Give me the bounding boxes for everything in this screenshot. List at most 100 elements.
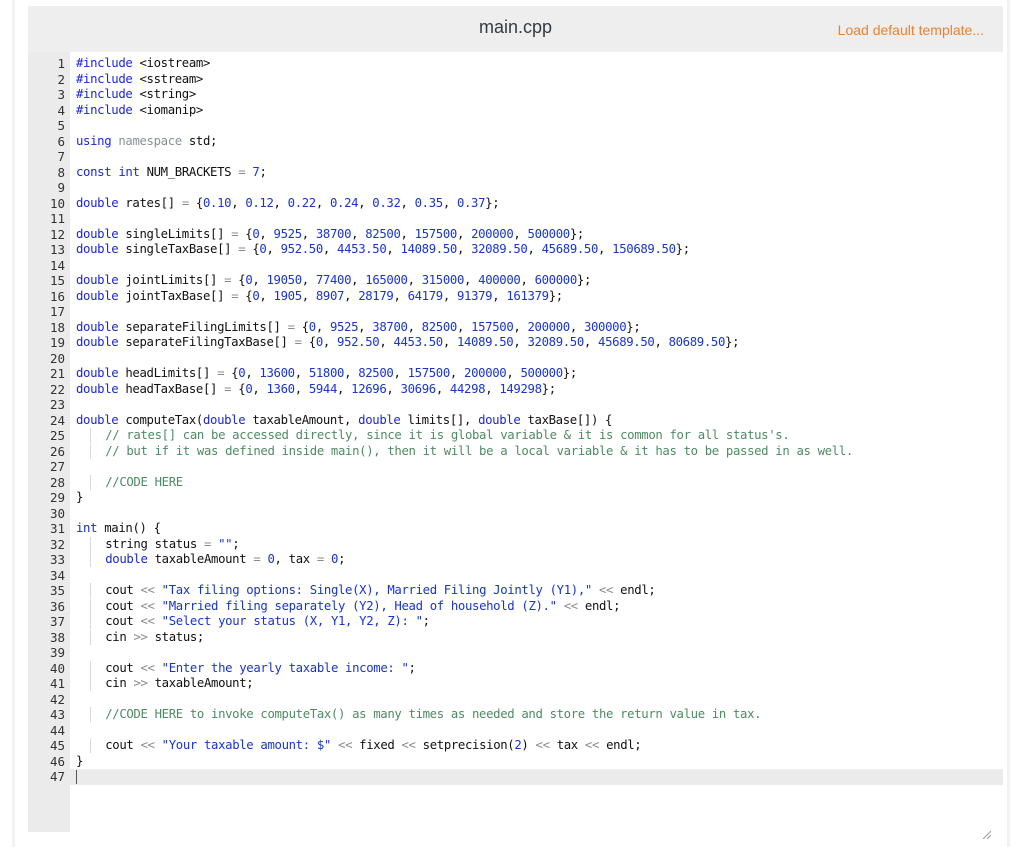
- code-line[interactable]: 5: [28, 118, 1003, 134]
- code-editor[interactable]: 1 #include <iostream> 2 #include <sstream> 3…: [28, 52, 1003, 847]
- code-text[interactable]: cout << "Tax filing options: Single(X), …: [76, 583, 656, 599]
- code-line[interactable]: 33 double taxableAmount = 0, tax = 0;: [28, 552, 1003, 568]
- code-line[interactable]: 11: [28, 211, 1003, 227]
- code-text[interactable]: double singleLimits[] = {0, 9525, 38700,…: [76, 227, 584, 243]
- line-number: 41: [49, 676, 65, 691]
- code-line[interactable]: 32 string status = "";: [28, 536, 1003, 553]
- code-text[interactable]: double singleTaxBase[] = {0, 952.50, 445…: [76, 242, 690, 258]
- code-token: ,: [337, 381, 352, 396]
- code-line[interactable]: 21 double headLimits[] = {0, 13600, 51800…: [28, 366, 1003, 382]
- code-line[interactable]: 17: [28, 304, 1003, 320]
- code-text[interactable]: }: [76, 754, 83, 770]
- code-line[interactable]: 28 //CODE HERE: [28, 474, 1003, 491]
- code-token: ,: [407, 273, 422, 287]
- code-text[interactable]: int main() {: [76, 521, 161, 537]
- code-line[interactable]: 43 //CODE HERE to invoke computeTax() as…: [28, 707, 1003, 723]
- code-lines[interactable]: 1 #include <iostream> 2 #include <sstream> 3…: [28, 56, 1003, 785]
- code-text[interactable]: }: [76, 490, 83, 506]
- number-token: 1360: [266, 381, 295, 396]
- code-text[interactable]: // rates[] can be accessed directly, sin…: [76, 428, 790, 444]
- comment-token: // rates[] can be accessed directly, sin…: [105, 428, 790, 442]
- code-text[interactable]: double headTaxBase[] = {0, 1360, 5944, 1…: [76, 382, 556, 398]
- number-token: 500000: [520, 366, 563, 380]
- code-token: ,: [301, 273, 316, 287]
- code-line[interactable]: 35 cout << "Tax filing options: Single(X…: [28, 583, 1003, 599]
- code-line[interactable]: 25 // rates[] can be accessed directly, …: [28, 428, 1003, 444]
- code-line[interactable]: 37 cout << "Select your status (X, Y1, Y…: [28, 614, 1003, 630]
- code-text[interactable]: string status = "";: [76, 536, 240, 553]
- code-line[interactable]: 18 double separateFilingLimits[] = {0, 95…: [28, 320, 1003, 336]
- code-line[interactable]: 19 double separateFilingTaxBase[] = {0, 9…: [28, 335, 1003, 351]
- code-line[interactable]: 7: [28, 149, 1003, 165]
- code-text[interactable]: double headLimits[] = {0, 13600, 51800, …: [76, 366, 577, 382]
- code-text[interactable]: //CODE HERE to invoke computeTax() as ma…: [76, 707, 762, 723]
- code-line[interactable]: 44: [28, 723, 1003, 739]
- code-token: };: [485, 195, 500, 210]
- code-line[interactable]: 26 // but if it was defined inside main(…: [28, 443, 1003, 460]
- code-line[interactable]: 1 #include <iostream>: [28, 56, 1003, 72]
- code-line[interactable]: 41 cin >> taxableAmount;: [28, 676, 1003, 692]
- code-line[interactable]: 40 cout << "Enter the yearly taxable inc…: [28, 660, 1003, 677]
- code-line[interactable]: 31 int main() {: [28, 521, 1003, 537]
- code-line[interactable]: 34: [28, 568, 1003, 584]
- code-line[interactable]: 29}: [28, 490, 1003, 506]
- code-text[interactable]: #include <sstream>: [76, 72, 203, 88]
- code-line[interactable]: 20: [28, 351, 1003, 367]
- code-text[interactable]: #include <string>: [76, 87, 196, 103]
- code-text[interactable]: cout << "Enter the yearly taxable income…: [76, 660, 416, 677]
- code-text[interactable]: double jointTaxBase[] = {0, 1905, 8907, …: [76, 289, 563, 305]
- code-text[interactable]: double jointLimits[] = {0, 19050, 77400,…: [76, 273, 591, 289]
- code-text[interactable]: cout << "Your taxable amount: $" << fixe…: [76, 738, 642, 754]
- code-line[interactable]: 12 double singleLimits[] = {0, 9525, 3870…: [28, 227, 1003, 243]
- code-line[interactable]: 15 double jointLimits[] = {0, 19050, 7740…: [28, 273, 1003, 289]
- code-line[interactable]: 14: [28, 258, 1003, 274]
- code-line[interactable]: 39: [28, 645, 1003, 661]
- code-text[interactable]: [76, 769, 77, 785]
- code-line[interactable]: 6 using namespace std;: [28, 134, 1003, 150]
- code-text[interactable]: cin >> status;: [76, 629, 204, 646]
- code-text[interactable]: double taxableAmount = 0, tax = 0;: [76, 552, 345, 568]
- code-text[interactable]: cout << "Married filing separately (Y2),…: [76, 598, 621, 615]
- code-line[interactable]: 23: [28, 397, 1003, 413]
- code-text[interactable]: cout << "Select your status (X, Y1, Y2, …: [76, 614, 430, 630]
- code-text[interactable]: #include <iomanip>: [76, 103, 203, 119]
- code-token: ,: [449, 366, 465, 380]
- code-text[interactable]: //CODE HERE: [76, 474, 183, 491]
- code-line[interactable]: 10 double rates[] = {0.10, 0.12, 0.22, 0.…: [28, 196, 1003, 212]
- code-line[interactable]: 4 #include <iomanip>: [28, 103, 1003, 119]
- code-text[interactable]: #include <iostream>: [76, 56, 210, 72]
- code-line[interactable]: 36 cout << "Married filing separately (Y…: [28, 598, 1003, 615]
- number-token: 200000: [471, 226, 514, 241]
- code-line[interactable]: 46}: [28, 754, 1003, 770]
- code-text[interactable]: double separateFilingLimits[] = {0, 9525…: [76, 320, 641, 336]
- code-line[interactable]: 8 const int NUM_BRACKETS = 7;: [28, 165, 1003, 181]
- code-line[interactable]: 2 #include <sstream>: [28, 72, 1003, 88]
- code-text[interactable]: double separateFilingTaxBase[] = {0, 952…: [76, 335, 739, 351]
- code-line[interactable]: 38 cin >> status;: [28, 629, 1003, 646]
- resize-handle-icon[interactable]: [981, 829, 991, 839]
- code-line[interactable]: 30: [28, 506, 1003, 522]
- code-token: ,: [266, 242, 281, 256]
- code-line[interactable]: 16 double jointTaxBase[] = {0, 1905, 8907…: [28, 289, 1003, 305]
- code-line[interactable]: 13 double singleTaxBase[] = {0, 952.50, 4…: [28, 242, 1003, 258]
- code-text[interactable]: using namespace std;: [76, 134, 217, 150]
- code-text[interactable]: double computeTax(double taxableAmount, …: [76, 413, 612, 429]
- code-line[interactable]: 3 #include <string>: [28, 87, 1003, 103]
- code-line[interactable]: 9: [28, 180, 1003, 196]
- code-line[interactable]: 42: [28, 692, 1003, 708]
- code-text[interactable]: const int NUM_BRACKETS = 7;: [76, 165, 267, 181]
- code-token: ;: [422, 614, 430, 628]
- operator-token: <<: [140, 738, 155, 752]
- code-line[interactable]: 45 cout << "Your taxable amount: $" << f…: [28, 738, 1003, 754]
- operator-token: <<: [140, 614, 155, 628]
- load-default-template-link[interactable]: Load default template...: [838, 22, 984, 38]
- code-line[interactable]: 24 double computeTax(double taxableAmount…: [28, 413, 1003, 429]
- code-token: ,: [252, 381, 267, 396]
- code-text[interactable]: cin >> taxableAmount;: [76, 676, 254, 692]
- code-line[interactable]: 22 double headTaxBase[] = {0, 1360, 5944,…: [28, 382, 1003, 398]
- code-text[interactable]: // but if it was defined inside main(), …: [76, 443, 853, 460]
- code-text[interactable]: double rates[] = {0.10, 0.12, 0.22, 0.24…: [76, 195, 500, 212]
- code-line[interactable]: 47: [28, 769, 1003, 785]
- code-token: ;: [408, 660, 416, 675]
- code-line[interactable]: 27: [28, 459, 1003, 475]
